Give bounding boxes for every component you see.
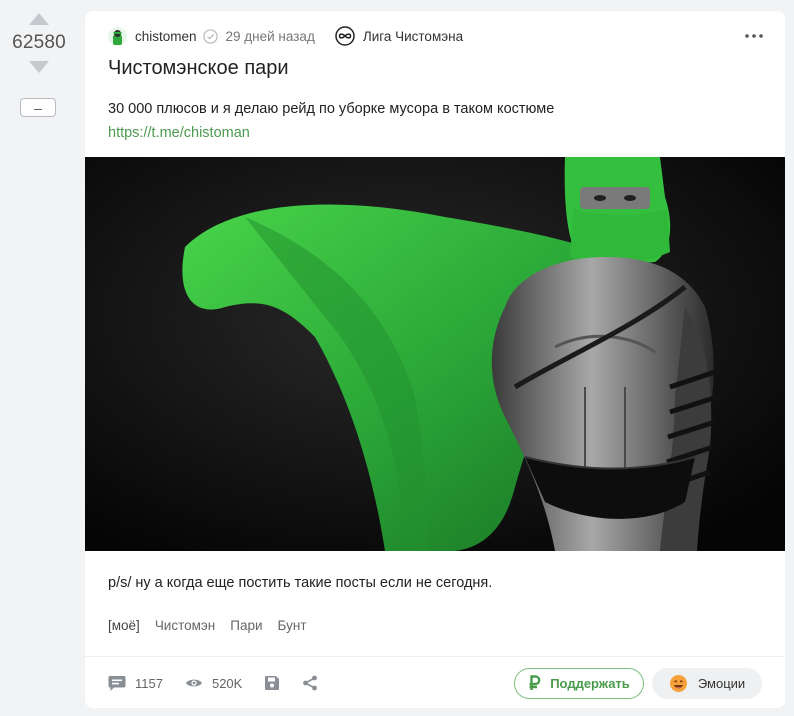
emotions-label: Эмоции	[697, 675, 746, 691]
tag-own[interactable]: [моё]	[108, 618, 140, 633]
comments-count: 1157	[135, 675, 163, 691]
floppy-icon	[265, 676, 280, 690]
post-title[interactable]: Чистомэнское пари	[108, 57, 289, 80]
costume-photo	[85, 157, 785, 551]
tag-list: [моё] Чистомэн Пари Бунт	[108, 618, 307, 633]
post-text: 30 000 плюсов и я делаю рейд по уборке м…	[108, 101, 555, 117]
emoji-icon	[669, 674, 687, 692]
footer-divider	[85, 656, 785, 657]
tag-pari[interactable]: Пари	[230, 618, 262, 633]
downvote-button[interactable]	[29, 61, 49, 73]
rating-value: 62580	[12, 32, 66, 53]
comments-button[interactable]: 1157	[108, 675, 163, 692]
upvote-button[interactable]	[29, 13, 49, 25]
post-card: chistomen 29 дней назад Лига Чистомэна Ч…	[85, 11, 785, 708]
community-link[interactable]: Лига Чистомэна	[363, 29, 463, 44]
post-header: chistomen 29 дней назад Лига Чистомэна	[108, 25, 765, 47]
arrow-down-icon	[29, 61, 49, 73]
emotions-button[interactable]: Эмоции	[652, 667, 762, 699]
comment-icon	[108, 675, 126, 691]
arrow-up-icon	[29, 13, 49, 25]
share-icon	[303, 675, 318, 691]
post-time: 29 дней назад	[225, 28, 315, 44]
support-label: Поддержать	[550, 675, 630, 691]
eye-icon	[185, 679, 202, 687]
rating-rail: 62580 –	[0, 0, 78, 716]
avatar[interactable]	[108, 26, 127, 46]
post-footer: 1157 520K Поддержать Эмоции	[108, 667, 762, 699]
telegram-link[interactable]: https://t.me/chistoman	[108, 125, 250, 141]
save-button[interactable]	[264, 675, 280, 691]
ruble-icon	[529, 675, 541, 690]
post-image[interactable]	[85, 157, 785, 551]
views-stat: 520K	[185, 676, 242, 691]
views-count: 520K	[211, 675, 243, 691]
support-button[interactable]: Поддержать	[514, 667, 644, 699]
check-circle-icon	[202, 28, 218, 44]
tag-bunt[interactable]: Бунт	[278, 618, 307, 633]
infinity-icon	[335, 26, 355, 46]
dots-icon	[745, 34, 763, 38]
collapse-button[interactable]: –	[20, 98, 56, 117]
post-postscript: p/s/ ну а когда еще постить такие посты …	[108, 575, 493, 591]
share-button[interactable]	[302, 675, 318, 691]
more-button[interactable]	[743, 25, 765, 47]
author-link[interactable]: chistomen	[135, 29, 197, 44]
tag-chistomen[interactable]: Чистомэн	[155, 618, 215, 633]
